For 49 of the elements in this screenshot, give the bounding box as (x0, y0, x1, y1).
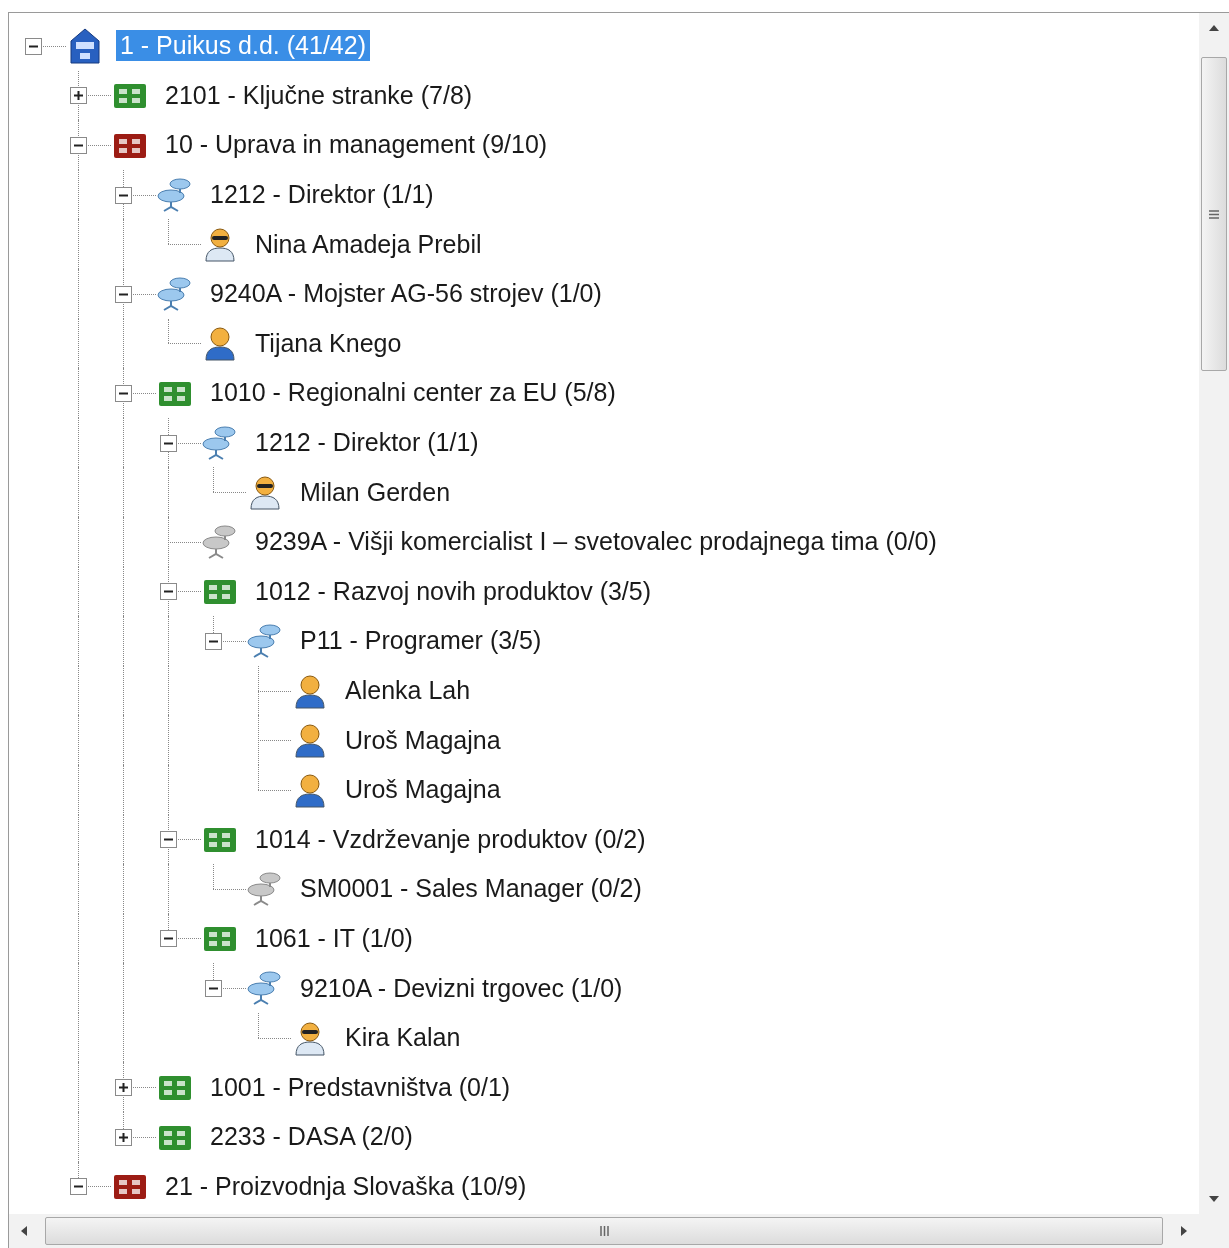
expand-toggle[interactable] (115, 1079, 132, 1097)
grip-icon (1209, 209, 1219, 219)
down-arrow-icon[interactable] (1209, 1196, 1219, 1202)
tree-item[interactable]: 10 - Uprava in management (9/10) (161, 129, 552, 161)
collapse-toggle[interactable] (205, 980, 222, 998)
collapse-toggle[interactable] (25, 37, 42, 55)
tree-item[interactable]: SM0001 - Sales Manager (0/2) (296, 873, 646, 905)
tree-item[interactable]: Nina Amadeja Prebil (251, 228, 486, 260)
collapse-toggle[interactable] (115, 186, 132, 204)
tree-item[interactable]: Kira Kalan (341, 1022, 465, 1054)
expand-toggle[interactable] (70, 87, 87, 105)
plus-icon (118, 1082, 129, 1094)
collapse-toggle[interactable] (115, 285, 132, 303)
collapse-toggle[interactable] (160, 583, 177, 601)
tree-item[interactable]: 9240A - Mojster AG-56 strojev (1/0) (206, 278, 606, 310)
tree-item[interactable]: 1010 - Regionalni center za EU (5/8) (206, 377, 620, 409)
expand-toggle[interactable] (115, 1128, 132, 1146)
up-arrow-icon[interactable] (1209, 25, 1219, 31)
tree-item[interactable]: 1212 - Direktor (1/1) (206, 179, 438, 211)
tree-item[interactable]: 1012 - Razvoj novih produktov (3/5) (251, 575, 656, 607)
collapse-toggle[interactable] (70, 1178, 87, 1196)
collapse-toggle[interactable] (205, 632, 222, 650)
collapse-toggle[interactable] (115, 384, 132, 402)
tree-item[interactable]: Milan Gerden (296, 476, 455, 508)
tree-item[interactable]: 1061 - IT (1/0) (251, 923, 417, 954)
tree-item[interactable]: 9239A - Višji komercialist I – svetovalec prodajnega tima (0/0) (251, 526, 941, 558)
collapse-toggle[interactable] (160, 930, 177, 948)
tree-item[interactable]: Uroš Magajna (341, 724, 505, 756)
tree-item[interactable]: Alenka Lah (341, 675, 475, 706)
tree-item[interactable]: 1212 - Direktor (1/1) (251, 427, 483, 459)
tree-item[interactable]: P11 - Programer (3/5) (296, 625, 546, 657)
tree-item[interactable]: 21 - Proizvodnja Slovaška (10/9) (161, 1170, 531, 1202)
tree-item[interactable]: 1014 - Vzdrževanje produktov (0/2) (251, 823, 650, 855)
right-arrow-icon[interactable] (1181, 1226, 1187, 1236)
plus-icon (118, 1131, 129, 1143)
vertical-scrollbar[interactable] (1199, 13, 1229, 1214)
left-arrow-icon[interactable] (21, 1226, 27, 1236)
collapse-toggle[interactable] (70, 137, 87, 154)
grip-icon (599, 1226, 609, 1236)
tree-item[interactable]: 1001 - Predstavništva (0/1) (206, 1071, 515, 1103)
tree-item[interactable]: Uroš Magajna (341, 774, 505, 806)
collapse-toggle[interactable] (160, 831, 177, 849)
tree-item[interactable]: 2101 - Ključne stranke (7/8) (161, 79, 477, 111)
tree-item[interactable]: 9210A - Devizni trgovec (1/0) (296, 972, 627, 1004)
tree-item[interactable]: Tijana Knego (251, 327, 406, 359)
horizontal-scrollbar[interactable] (9, 1214, 1199, 1248)
tree-item[interactable]: 2233 - DASA (2/0) (206, 1121, 417, 1153)
plus-icon (73, 90, 84, 102)
collapse-toggle[interactable] (160, 434, 177, 452)
